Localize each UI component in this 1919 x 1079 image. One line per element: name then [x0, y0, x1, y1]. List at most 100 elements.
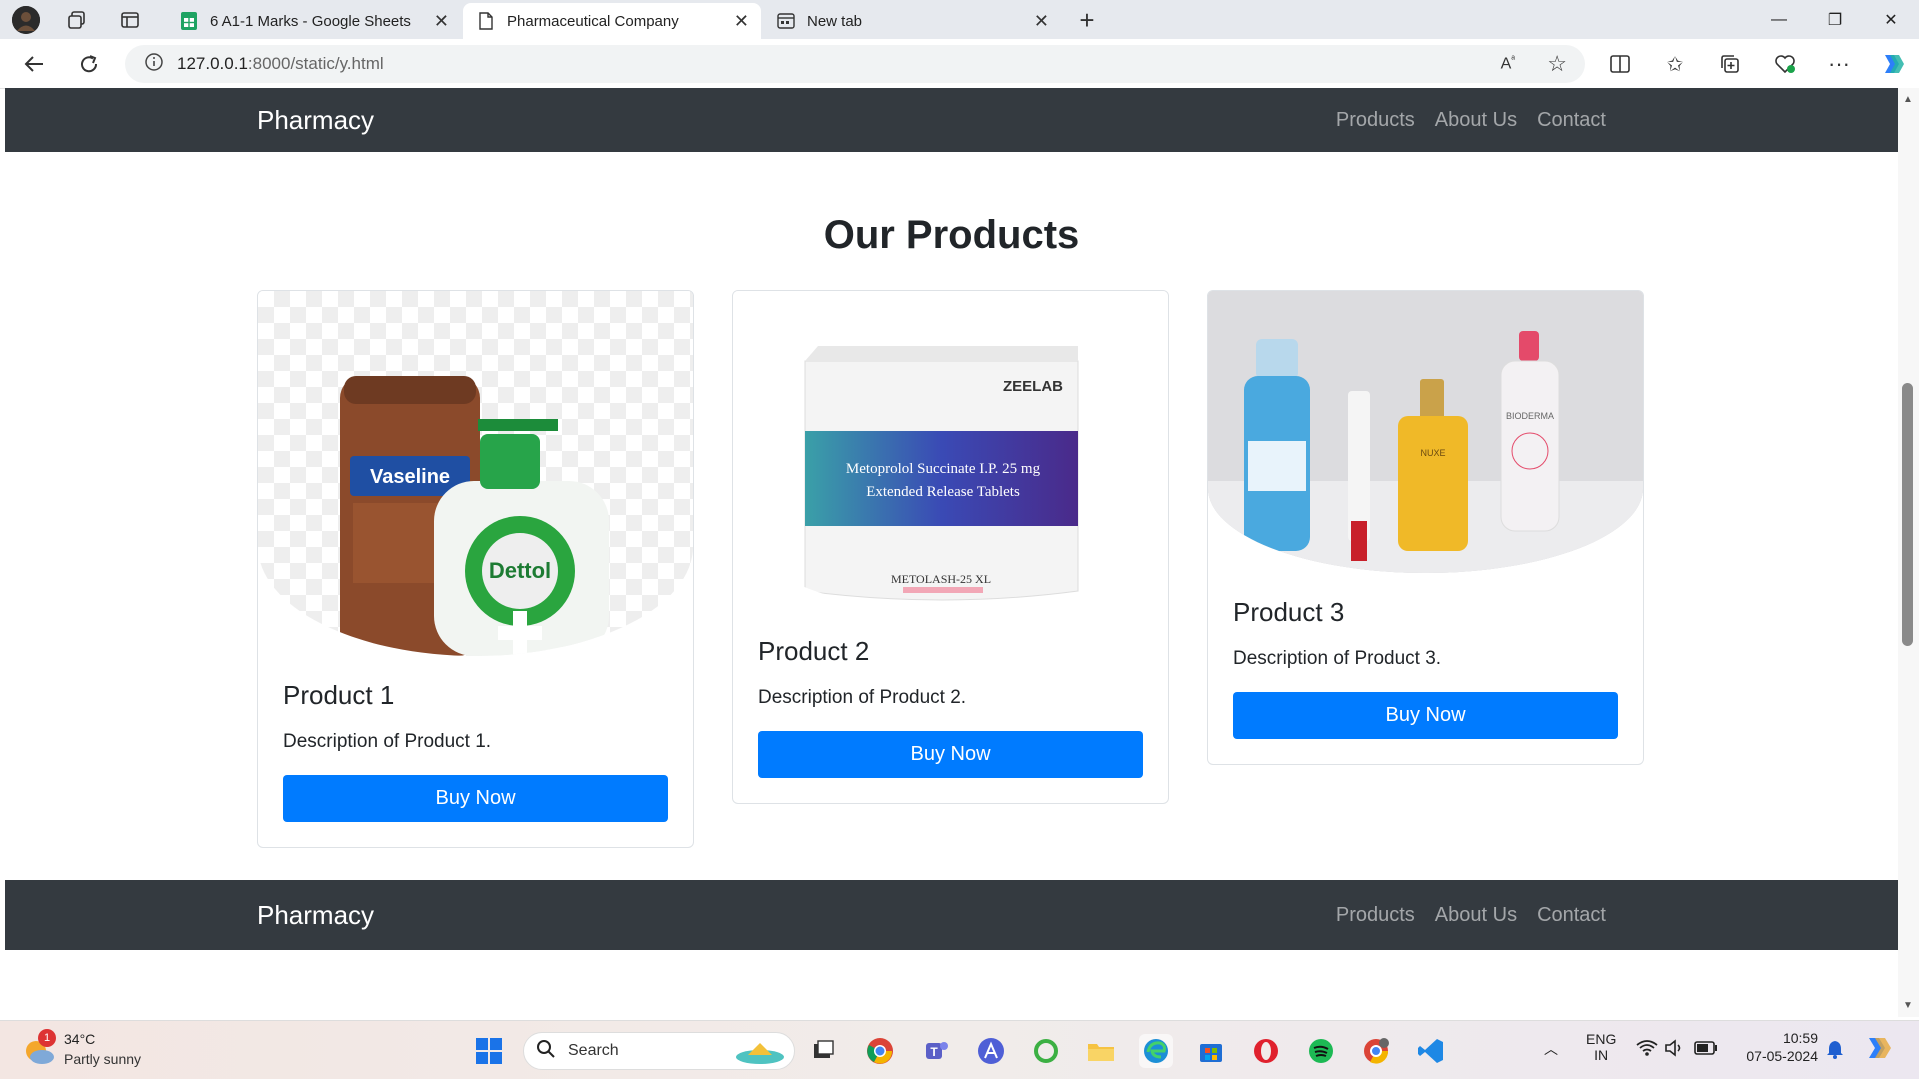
- skincare-bottles-image: NUXE BIODERMA: [1208, 291, 1643, 573]
- search-icon: [536, 1039, 556, 1064]
- vaseline-label: Vaseline: [370, 466, 450, 488]
- clock-date: 07-05-2024: [1746, 1048, 1818, 1064]
- language-indicator[interactable]: ENG IN: [1586, 1031, 1616, 1063]
- footer-brand[interactable]: Pharmacy: [257, 900, 374, 931]
- store-icon[interactable]: [1194, 1034, 1228, 1068]
- page-title: Our Products: [823, 213, 1080, 257]
- tab-new-tab[interactable]: New tab ✕: [763, 3, 1061, 39]
- buy-now-button[interactable]: Buy Now: [1233, 692, 1618, 739]
- vaseline-dettol-image: Vaseline Dettol: [340, 376, 609, 656]
- footer-link-products[interactable]: Products: [1336, 904, 1415, 927]
- nav-link-contact[interactable]: Contact: [1537, 109, 1606, 132]
- restore-icon[interactable]: ❐: [1807, 0, 1863, 39]
- nav-link-about-us[interactable]: About Us: [1435, 109, 1517, 132]
- more-menu-icon[interactable]: ···: [1823, 48, 1855, 80]
- drug-name-label: Metoprolol Succinate I.P. 25 mg: [846, 461, 1041, 477]
- drug-release-label: Extended Release Tablets: [866, 484, 1020, 500]
- product-image: Metoprolol Succinate I.P. 25 mg Extended…: [733, 291, 1168, 612]
- minimize-icon[interactable]: —: [1751, 0, 1807, 39]
- teams-icon[interactable]: T: [919, 1034, 953, 1068]
- product-card: NUXE BIODERMA Product 3 Description of P…: [1207, 290, 1644, 765]
- close-tab-icon[interactable]: ✕: [1034, 11, 1049, 32]
- spotify-icon[interactable]: [1304, 1034, 1338, 1068]
- chrome-profile-icon[interactable]: [1359, 1034, 1393, 1068]
- scroll-up-arrow-icon[interactable]: ▲: [1903, 94, 1913, 105]
- footer: Pharmacy Products About Us Contact: [5, 880, 1898, 950]
- new-tab-plus-icon[interactable]: +: [1072, 5, 1102, 35]
- site-info-icon[interactable]: [145, 52, 163, 76]
- close-tab-icon[interactable]: ✕: [734, 11, 749, 32]
- close-tab-icon[interactable]: ✕: [434, 11, 449, 32]
- battery-icon[interactable]: [1694, 1041, 1718, 1060]
- workspaces-icon[interactable]: [64, 7, 90, 33]
- read-aloud-icon[interactable]: Aᵃ: [1501, 54, 1515, 73]
- weather-temp[interactable]: 34°C: [64, 1031, 95, 1047]
- taskbar-search[interactable]: Search: [523, 1032, 795, 1070]
- tab-title: New tab: [807, 12, 863, 30]
- nav-link-products[interactable]: Products: [1336, 109, 1415, 132]
- clock[interactable]: 10:59 07-05-2024: [1738, 1030, 1818, 1064]
- address-bar[interactable]: 127.0.0.1:8000/static/y.html Aᵃ ☆: [125, 45, 1585, 83]
- new-tab-icon: [777, 12, 795, 30]
- app-ring-icon[interactable]: [1029, 1034, 1063, 1068]
- vscode-icon[interactable]: [1414, 1034, 1448, 1068]
- language-region: IN: [1594, 1047, 1609, 1063]
- svg-text:T: T: [930, 1045, 938, 1059]
- volume-icon[interactable]: [1664, 1039, 1686, 1062]
- weather-desc[interactable]: Partly sunny: [64, 1051, 141, 1067]
- tab-actions-icon[interactable]: [117, 7, 143, 33]
- product-card: Metoprolol Succinate I.P. 25 mg Extended…: [732, 290, 1169, 804]
- search-highlight-icon: [730, 1039, 786, 1070]
- reload-icon[interactable]: [73, 48, 105, 80]
- app-a-icon[interactable]: [974, 1034, 1008, 1068]
- opera-icon[interactable]: [1249, 1034, 1283, 1068]
- back-icon[interactable]: [18, 48, 50, 80]
- scrollbar-thumb[interactable]: [1902, 383, 1913, 646]
- page-viewport: Pharmacy Products About Us Contact Our P…: [5, 88, 1898, 1017]
- tab-title: Pharmaceutical Company: [507, 12, 679, 30]
- navbar-brand[interactable]: Pharmacy: [257, 105, 374, 136]
- product-image: NUXE BIODERMA: [1208, 291, 1643, 573]
- navbar-links: Products About Us Contact: [1336, 109, 1606, 132]
- copilot-taskbar-icon[interactable]: [1864, 1033, 1894, 1068]
- wifi-icon[interactable]: [1636, 1039, 1658, 1062]
- chrome-icon[interactable]: [863, 1034, 897, 1068]
- window-controls: — ❐ ✕: [1751, 0, 1919, 39]
- scroll-down-arrow-icon[interactable]: ▼: [1903, 1000, 1913, 1011]
- task-view-icon[interactable]: [806, 1034, 840, 1068]
- weather-badge: 1: [38, 1029, 56, 1047]
- footer-link-contact[interactable]: Contact: [1537, 904, 1606, 927]
- buy-now-button[interactable]: Buy Now: [758, 731, 1143, 778]
- notification-bell-icon[interactable]: [1826, 1039, 1844, 1064]
- browser-toolbar: 127.0.0.1:8000/static/y.html Aᵃ ☆ ✩ ···: [0, 39, 1919, 89]
- footer-link-about-us[interactable]: About Us: [1435, 904, 1517, 927]
- clock-time: 10:59: [1782, 1030, 1818, 1046]
- weather-widget-icon[interactable]: 1: [20, 1029, 60, 1071]
- tab-pharmaceutical-company[interactable]: Pharmaceutical Company ✕: [463, 3, 761, 39]
- tab-google-sheets[interactable]: 6 A1-1 Marks - Google Sheets ✕: [166, 3, 461, 39]
- favorites-icon[interactable]: ✩: [1659, 48, 1691, 80]
- edge-icon[interactable]: [1139, 1034, 1173, 1068]
- close-window-icon[interactable]: ✕: [1863, 0, 1919, 39]
- buy-now-button[interactable]: Buy Now: [283, 775, 668, 822]
- show-hidden-icons-chevron-icon[interactable]: ︿: [1544, 1039, 1558, 1059]
- collections-icon[interactable]: [1714, 48, 1746, 80]
- product-card: Vaseline Dettol Product 1 Description of…: [257, 290, 694, 848]
- bioderma-label: BIODERMA: [1506, 411, 1554, 421]
- copilot-icon[interactable]: [1876, 48, 1908, 80]
- tab-title: 6 A1-1 Marks - Google Sheets: [210, 12, 411, 30]
- dettol-label: Dettol: [489, 558, 551, 583]
- url-host: 127.0.0.1: [177, 54, 248, 73]
- split-screen-icon[interactable]: [1604, 48, 1636, 80]
- profile-avatar[interactable]: [12, 6, 40, 34]
- favorite-star-icon[interactable]: ☆: [1547, 51, 1567, 77]
- footer-links: Products About Us Contact: [1336, 904, 1606, 927]
- browser-tab-strip: 6 A1-1 Marks - Google Sheets ✕ Pharmaceu…: [0, 0, 1919, 39]
- file-explorer-icon[interactable]: [1084, 1034, 1118, 1068]
- windows-start-icon[interactable]: [472, 1034, 506, 1068]
- product-name: Product 1: [283, 680, 395, 710]
- browser-essentials-icon[interactable]: [1769, 48, 1801, 80]
- search-placeholder: Search: [568, 1042, 619, 1059]
- zeelab-label: ZEELAB: [1003, 378, 1063, 395]
- metolash-label: METOLASH-25 XL: [891, 572, 991, 586]
